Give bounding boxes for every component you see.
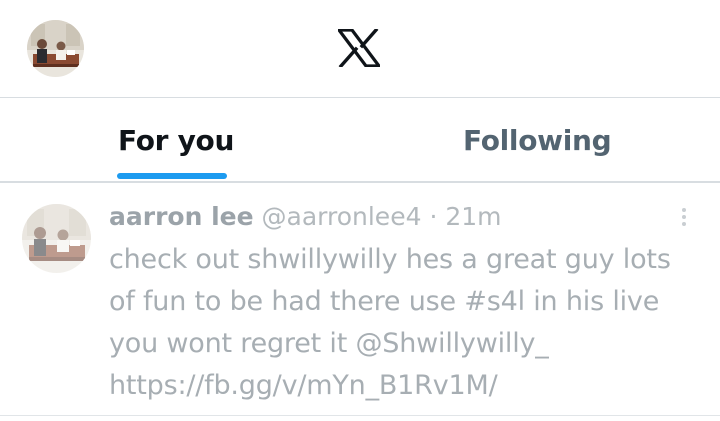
- author-avatar[interactable]: [22, 204, 91, 273]
- post-header: aarron lee @aarronlee4 · 21m: [109, 202, 502, 236]
- post-text-line: check out shwillywilly hes a great guy l…: [109, 244, 671, 275]
- tab-label: Following: [463, 124, 612, 157]
- tab-label: For you: [118, 124, 235, 157]
- x-logo-icon[interactable]: [335, 27, 383, 69]
- post-divider: [0, 415, 720, 416]
- tab-for-you[interactable]: For you: [0, 98, 343, 181]
- profile-avatar[interactable]: [27, 20, 84, 77]
- timeline-tabs: For you Following: [0, 98, 720, 181]
- post-link[interactable]: https://fb.gg/v/mYn_B1Rv1M/: [109, 365, 709, 407]
- author-name[interactable]: aarron lee: [109, 202, 254, 231]
- dot-separator: ·: [429, 202, 446, 231]
- tab-following[interactable]: Following: [360, 98, 720, 181]
- app: For you Following aarron lee @aarronlee4…: [0, 0, 720, 421]
- post-text-line: of fun to be had there use #s4l in his l…: [109, 286, 660, 317]
- active-tab-indicator: [117, 173, 227, 179]
- author-avatar-photo: [22, 204, 91, 273]
- avatar-photo: [27, 20, 84, 77]
- author-handle[interactable]: @aarronlee4: [262, 202, 430, 231]
- post-timestamp[interactable]: 21m: [445, 202, 501, 231]
- post-text-line: you wont regret it @Shwillywilly_: [109, 328, 549, 359]
- post[interactable]: aarron lee @aarronlee4 · 21m check out s…: [0, 183, 720, 415]
- more-options-icon[interactable]: [674, 205, 694, 235]
- top-bar: [0, 0, 720, 97]
- post-text: check out shwillywilly hes a great guy l…: [109, 239, 709, 407]
